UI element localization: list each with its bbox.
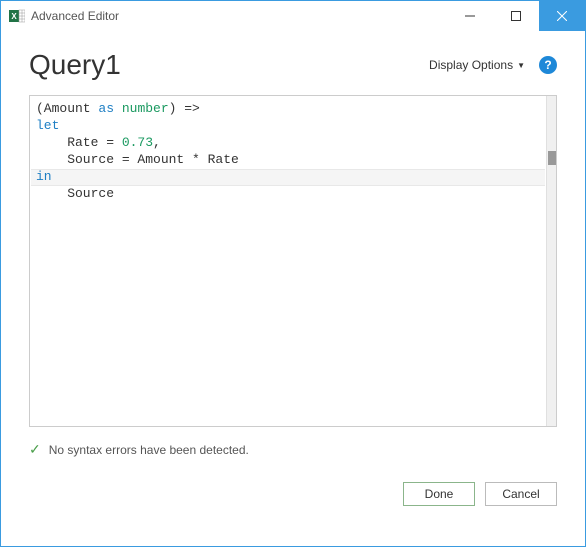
window-controls (447, 1, 585, 31)
titlebar: X Advanced Editor (1, 1, 585, 31)
status-message: No syntax errors have been detected. (49, 443, 249, 457)
close-button[interactable] (539, 1, 585, 31)
cancel-button[interactable]: Cancel (485, 482, 557, 506)
done-button-label: Done (425, 487, 454, 501)
scrollbar-track[interactable] (546, 96, 556, 426)
help-icon[interactable]: ? (539, 56, 557, 74)
code-content[interactable]: (Amount as number) =>let Rate = 0.73, So… (30, 96, 546, 426)
chevron-down-icon: ▼ (517, 61, 525, 70)
code-editor[interactable]: (Amount as number) =>let Rate = 0.73, So… (29, 95, 557, 427)
window-title: Advanced Editor (31, 9, 119, 23)
svg-text:X: X (11, 12, 17, 21)
status-row: ✓ No syntax errors have been detected. (29, 441, 557, 458)
display-options-label: Display Options (429, 58, 513, 72)
scrollbar-thumb[interactable] (548, 151, 556, 165)
minimize-button[interactable] (447, 1, 493, 31)
cancel-button-label: Cancel (502, 487, 539, 501)
display-options-dropdown[interactable]: Display Options ▼ (429, 58, 525, 72)
query-name: Query1 (29, 49, 429, 81)
maximize-button[interactable] (493, 1, 539, 31)
done-button[interactable]: Done (403, 482, 475, 506)
check-icon: ✓ (29, 441, 41, 458)
excel-icon: X (9, 8, 25, 24)
